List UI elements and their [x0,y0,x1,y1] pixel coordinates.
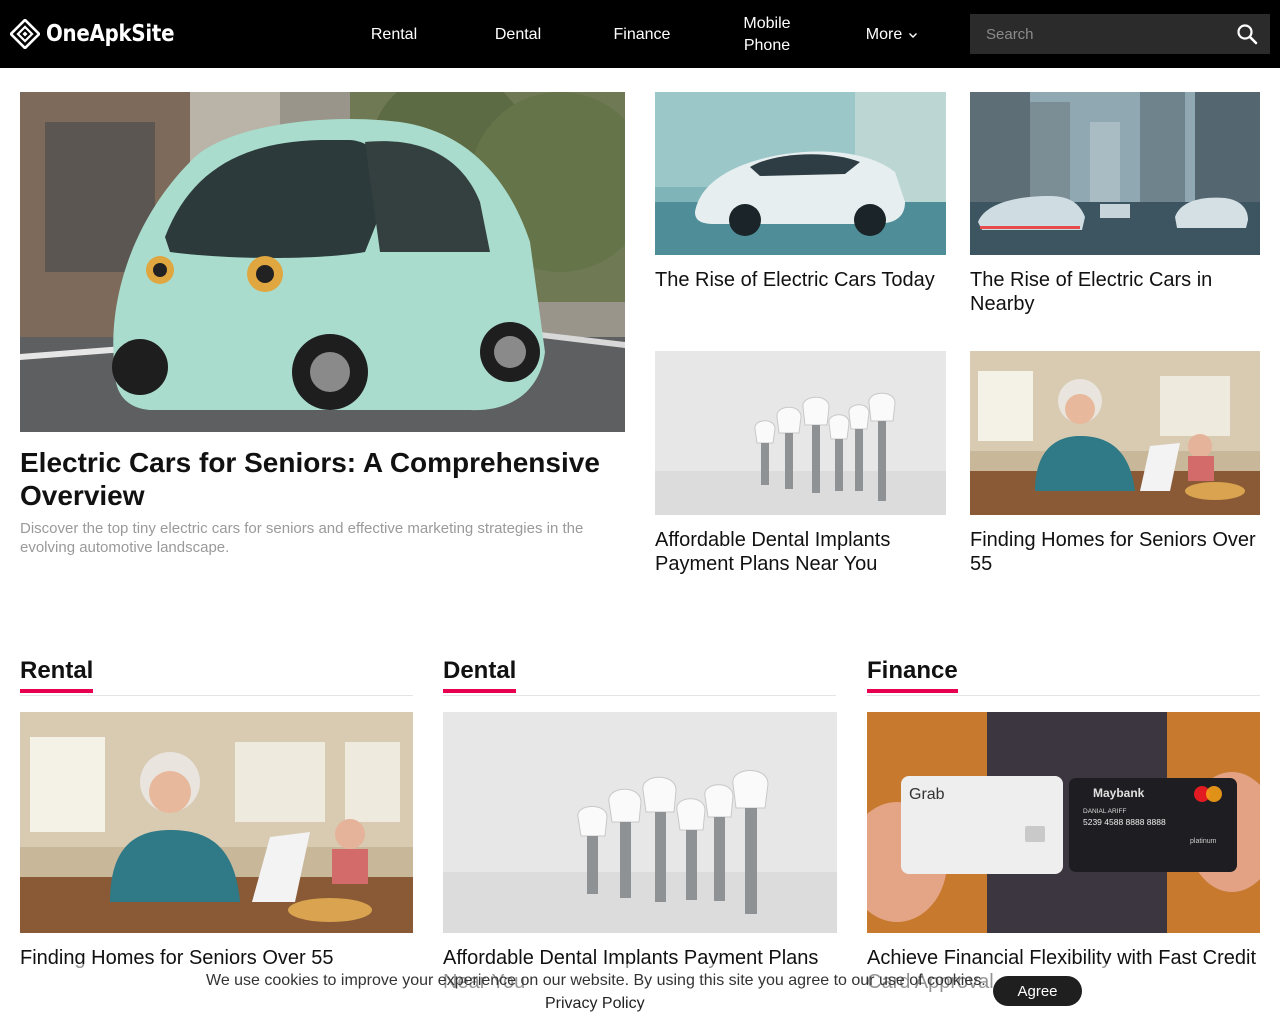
svg-text:Maybank: Maybank [1093,786,1145,800]
card-title-4[interactable]: Finding Homes for Seniors Over 55 [970,528,1260,576]
nav-mobile-line-2: Phone [743,37,791,54]
card-image-senior-laptop[interactable] [970,351,1260,515]
cookie-message: We use cookies to improve your experienc… [206,972,986,989]
card-title-2[interactable]: The Rise of Electric Cars in Nearby [970,268,1260,316]
site-logo[interactable]: OneApkSite [10,16,195,52]
svg-text:DANIAL ARIFF: DANIAL ARIFF [1083,808,1126,815]
logo-text: OneApkSite [46,21,175,47]
card-image-electric-cars-city[interactable] [970,92,1260,255]
section-image-dental[interactable] [443,712,837,933]
section-label-rental[interactable]: Rental [20,656,94,693]
agree-button[interactable]: Agree [993,976,1082,1006]
nav-rental[interactable]: Rental [354,24,434,46]
chevron-down-icon [909,33,918,38]
nav-more[interactable]: More [852,24,932,46]
section-header-finance: Finance [867,656,1260,696]
section-image-rental[interactable] [20,712,413,933]
card-image-electric-car-garage[interactable] [655,92,946,255]
section-header-rental: Rental [20,656,413,696]
search-icon[interactable] [1236,23,1258,45]
card-title-3[interactable]: Affordable Dental Implants Payment Plans… [655,528,946,576]
card-title-1[interactable]: The Rise of Electric Cars Today [655,268,946,292]
site-header: OneApkSite Rental Dental Finance Mobile … [0,0,1280,68]
hero-description: Discover the top tiny electric cars for … [20,520,584,556]
search-input[interactable] [970,14,1226,54]
privacy-policy-link[interactable]: Privacy Policy [545,994,645,1014]
nav-finance[interactable]: Finance [602,24,682,46]
diamond-logo-icon [10,19,40,49]
search-box [970,14,1270,54]
nav-mobile-line-1: Mobile [743,15,791,32]
section-label-finance[interactable]: Finance [867,656,958,693]
hero-image-electric-car[interactable] [20,92,625,432]
svg-text:platinum: platinum [1190,838,1217,845]
nav-dental[interactable]: Dental [478,24,558,46]
svg-text:Grab: Grab [909,786,945,803]
section-image-credit-cards[interactable]: Grab Maybank DANIAL ARIFF 5239 4588 8888… [867,712,1260,933]
hero-title[interactable]: Electric Cars for Seniors: A Comprehensi… [20,446,630,512]
section-header-dental: Dental [443,656,836,696]
card-image-dental-implants[interactable] [655,351,946,515]
section-label-dental[interactable]: Dental [443,656,517,693]
nav-mobile-phone[interactable]: Mobile Phone [727,13,807,57]
svg-text:5239 4588 8888 8888: 5239 4588 8888 8888 [1083,817,1166,827]
nav-more-label: More [865,26,903,43]
